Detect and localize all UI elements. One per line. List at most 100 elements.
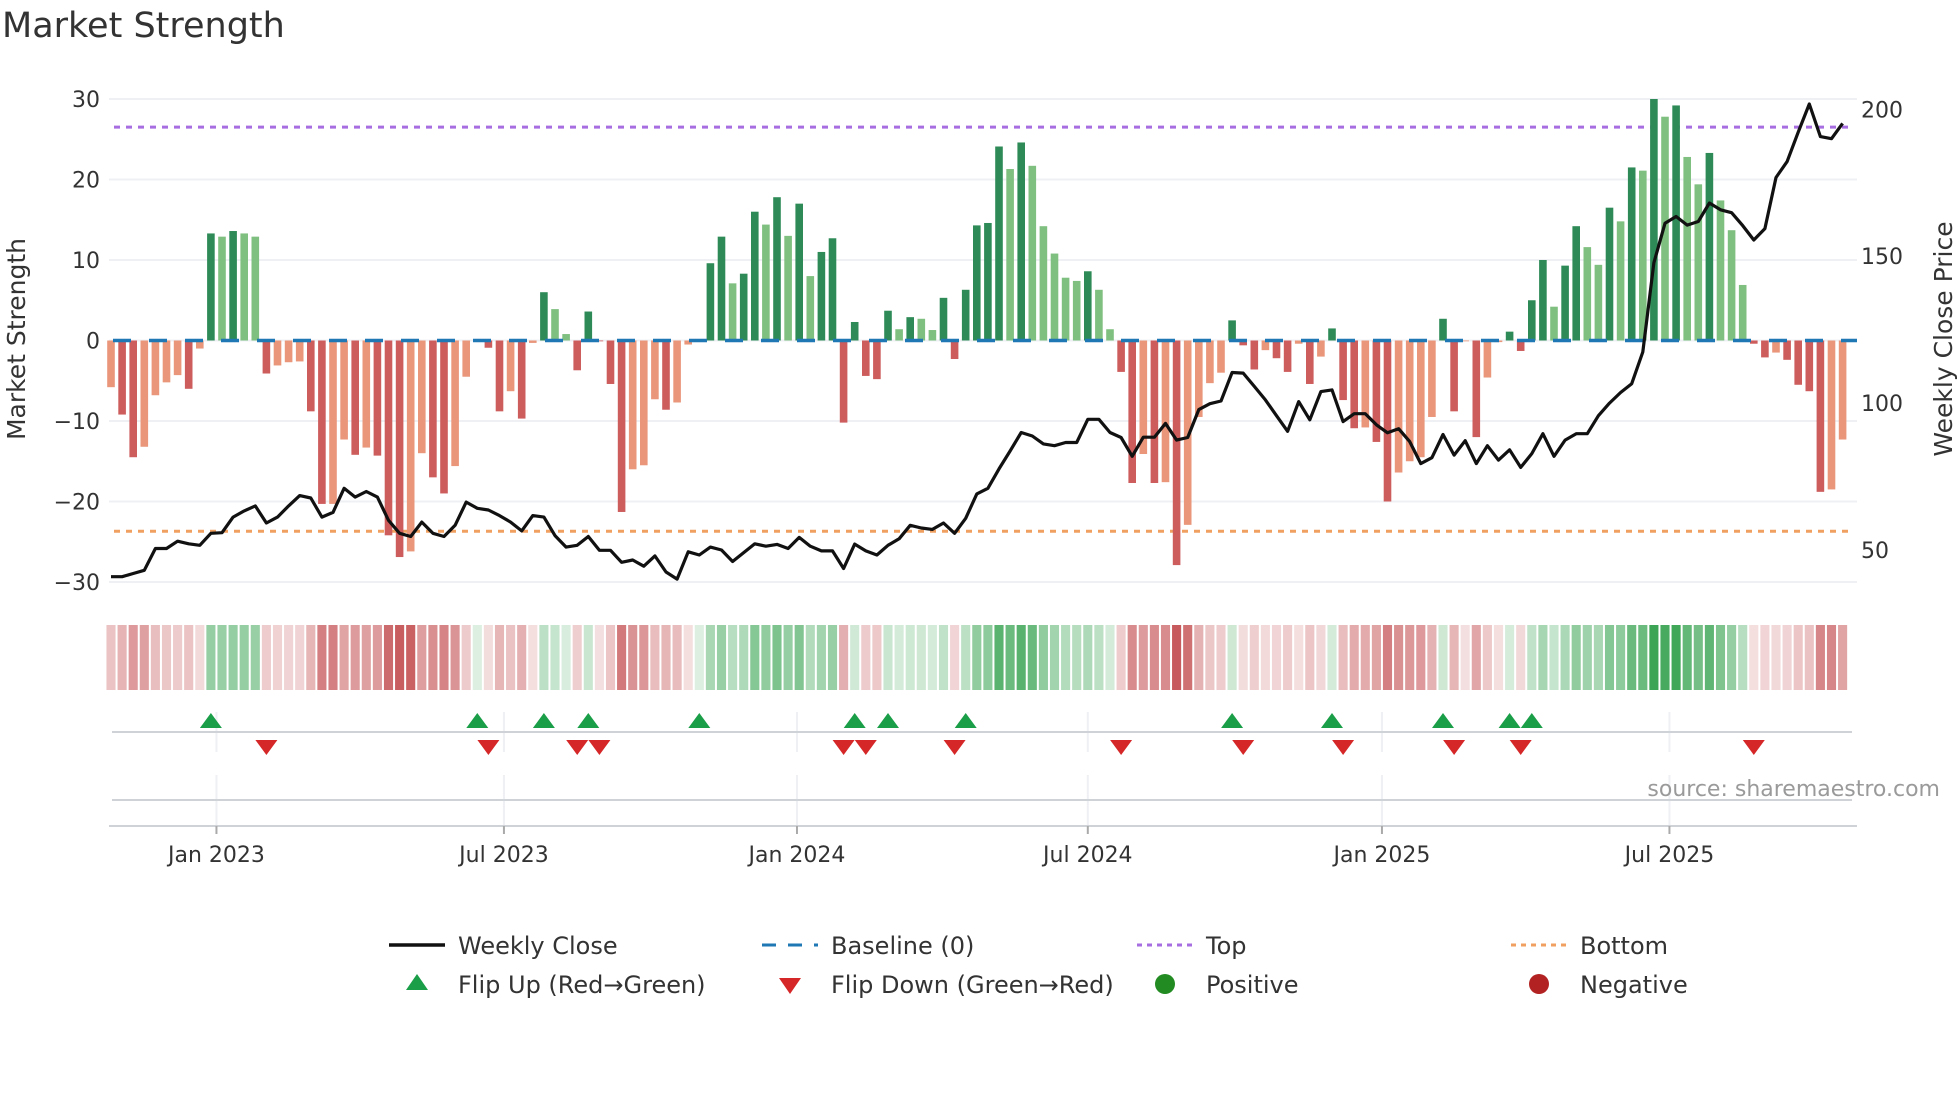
y-tick-label: −20 (54, 491, 100, 516)
heat-cell (1094, 625, 1104, 690)
heat-cell (1760, 625, 1770, 690)
heat-cell (1449, 625, 1459, 690)
strength-bar (340, 340, 348, 440)
heat-cell (439, 625, 449, 690)
heat-cell (472, 625, 482, 690)
strength-bar (1428, 340, 1436, 417)
heat-cell (1072, 625, 1082, 690)
strength-bar (1128, 340, 1136, 483)
y-tick-label: 20 (72, 169, 100, 194)
strength-bar (706, 263, 715, 341)
strength-bar (839, 340, 848, 423)
strength-bar (884, 310, 892, 341)
strength-bar (1694, 184, 1703, 341)
strength-bar (1117, 340, 1125, 372)
strength-bar (1528, 300, 1536, 341)
strength-bar (529, 340, 537, 343)
heat-cell (1438, 625, 1448, 690)
heat-cell (861, 625, 871, 690)
heat-cell (1016, 625, 1026, 690)
strength-bar (307, 340, 315, 412)
heat-cell (916, 625, 926, 690)
heat-cell (594, 625, 604, 690)
flip-down-marker (566, 740, 589, 755)
heat-cell (1749, 625, 1759, 690)
heat-cell (250, 625, 260, 690)
flip-up-marker (1432, 713, 1454, 728)
strength-bar (1639, 170, 1647, 341)
strength-bar (728, 283, 737, 341)
strength-bar (1605, 207, 1614, 341)
heat-cell (938, 625, 949, 690)
heat-cell (1305, 625, 1315, 690)
strength-bar (351, 340, 359, 455)
heat-cell (983, 625, 993, 690)
heat-cell (961, 625, 971, 690)
flip-up-marker (954, 713, 977, 728)
x-tick-label: Jan 2025 (1331, 843, 1430, 868)
strength-bar (1572, 226, 1580, 341)
heat-cell (1582, 625, 1592, 690)
strength-bar (717, 236, 726, 341)
flip-up-marker (577, 713, 600, 728)
heat-cell (239, 625, 249, 690)
heat-cell (328, 625, 338, 690)
y-tick-label: −10 (54, 410, 100, 435)
strength-bar (517, 340, 526, 419)
x-tick-label: Jul 2023 (457, 843, 549, 868)
strength-bar (573, 340, 581, 371)
flip-down-marker (854, 740, 877, 755)
flip-down-marker (1742, 740, 1765, 755)
heat-cell (1327, 625, 1337, 690)
strength-bar (1483, 340, 1492, 378)
strength-bar (1383, 340, 1392, 502)
flip-down-marker (477, 740, 500, 755)
heat-cell (272, 625, 283, 690)
strength-bar (240, 233, 248, 341)
strength-bar (617, 340, 626, 512)
heat-cell (1616, 625, 1626, 690)
strength-bar (873, 340, 881, 380)
heat-cell (1771, 625, 1781, 690)
strength-bar (1838, 340, 1847, 440)
flip-up-marker (1520, 713, 1543, 728)
strength-bar (295, 340, 304, 362)
heat-cell (950, 625, 960, 690)
heat-cell (1638, 625, 1648, 690)
heat-cell (761, 625, 771, 690)
heat-cell (106, 625, 116, 690)
heat-cell (483, 625, 493, 690)
heat-cell (1349, 625, 1359, 690)
heat-cell (1482, 625, 1492, 690)
flip-up-marker (1221, 713, 1244, 728)
heat-cell (572, 625, 582, 690)
y2-tick-label: 150 (1861, 245, 1903, 270)
strength-bar (1028, 165, 1037, 341)
strength-bar (1195, 340, 1203, 417)
strength-bar (107, 340, 115, 388)
heat-cell (561, 625, 571, 690)
heat-cell (1571, 625, 1581, 690)
heat-cell (827, 625, 838, 690)
strength-bar (1283, 340, 1292, 372)
heat-cell (1427, 625, 1437, 690)
strength-bar (817, 251, 826, 341)
heat-cell (1316, 625, 1326, 690)
strength-bar (1505, 331, 1514, 341)
heat-cell (783, 625, 793, 690)
heat-cell (583, 625, 593, 690)
heat-cell (1704, 625, 1714, 690)
strength-bar (1650, 99, 1658, 341)
strength-bar (451, 340, 459, 467)
heat-cell (1549, 625, 1559, 690)
heat-cell (1271, 625, 1282, 690)
strength-bar (362, 340, 371, 448)
heat-cell (672, 625, 682, 690)
strength-bar (1017, 142, 1025, 341)
heat-cell (195, 625, 205, 690)
heat-cell (694, 625, 704, 690)
heat-cell (850, 625, 860, 690)
heat-cell (1061, 625, 1071, 690)
strength-bar (1084, 271, 1092, 341)
triangle-down-icon (779, 978, 801, 994)
